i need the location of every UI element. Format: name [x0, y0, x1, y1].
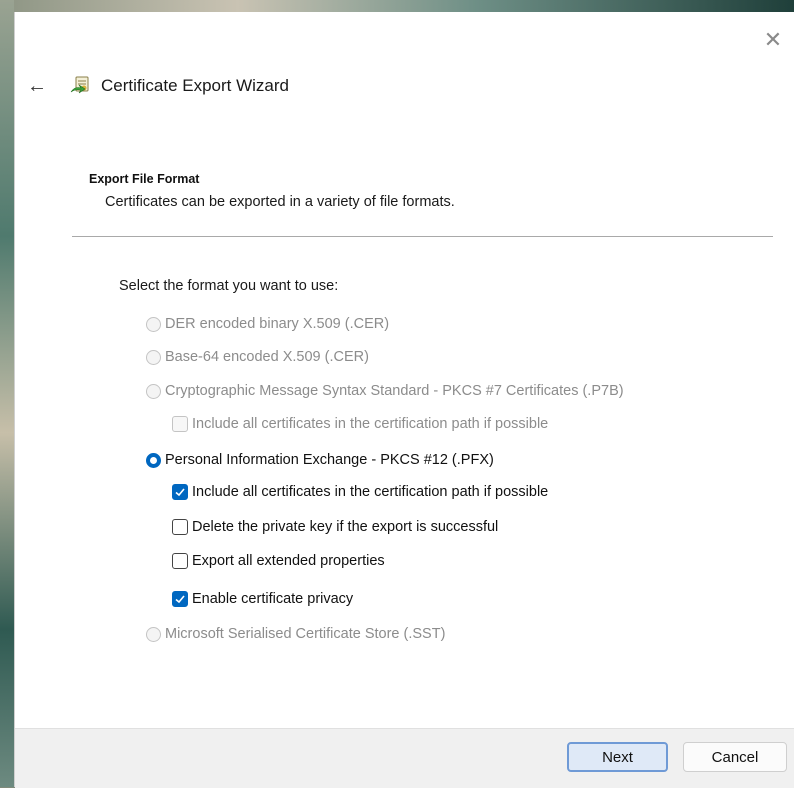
wizard-dialog: ✕ ← Certificate Export Wizard Export Fil…	[14, 12, 794, 788]
option-label: Personal Information Exchange - PKCS #12…	[165, 452, 494, 468]
radio-pkcs7-option[interactable]: Cryptographic Message Syntax Standard - …	[146, 380, 624, 402]
option-label: Cryptographic Message Syntax Standard - …	[165, 383, 624, 399]
checkbox-pfx-export-extended-properties[interactable]: Export all extended properties	[172, 550, 385, 572]
wizard-title: Certificate Export Wizard	[101, 76, 289, 95]
back-arrow-icon[interactable]: ←	[25, 74, 49, 98]
checkmark-icon	[175, 595, 185, 604]
radio-pfx-option[interactable]: Personal Information Exchange - PKCS #12…	[146, 449, 494, 471]
option-label: Microsoft Serialised Certificate Store (…	[165, 626, 446, 642]
radio-der-option[interactable]: DER encoded binary X.509 (.CER)	[146, 313, 389, 335]
certificate-icon	[69, 75, 91, 97]
desktop-background-left	[0, 0, 14, 787]
checkbox-checked[interactable]	[172, 591, 188, 607]
checkbox-pfx-include-path[interactable]: Include all certificates in the certific…	[172, 481, 548, 503]
option-label: Include all certificates in the certific…	[192, 416, 549, 432]
option-label: Base-64 encoded X.509 (.CER)	[165, 349, 369, 365]
checkbox[interactable]	[172, 553, 188, 569]
format-prompt-label: Select the format you want to use:	[119, 278, 339, 294]
radio-button[interactable]	[146, 626, 161, 642]
option-label: Delete the private key if the export is …	[192, 519, 499, 535]
desktop-background-top	[0, 0, 794, 12]
option-label: Include all certificates in the certific…	[192, 484, 549, 500]
section-description: Certificates can be exported in a variet…	[105, 194, 455, 210]
checkbox-checked[interactable]	[172, 484, 188, 500]
checkmark-icon	[175, 488, 185, 497]
section-heading: Export File Format	[89, 172, 200, 186]
option-label: DER encoded binary X.509 (.CER)	[165, 316, 390, 332]
radio-button[interactable]	[146, 349, 161, 365]
checkbox-pkcs7-include-path[interactable]: Include all certificates in the certific…	[172, 413, 548, 435]
radio-button[interactable]	[146, 316, 161, 332]
checkbox[interactable]	[172, 416, 188, 432]
dialog-footer	[15, 728, 794, 788]
radio-button-selected[interactable]	[146, 452, 161, 468]
checkbox-pfx-delete-private-key[interactable]: Delete the private key if the export is …	[172, 516, 498, 538]
checkbox-pfx-enable-privacy[interactable]: Enable certificate privacy	[172, 588, 353, 610]
radio-button[interactable]	[146, 383, 161, 399]
checkbox[interactable]	[172, 519, 188, 535]
radio-sst-option[interactable]: Microsoft Serialised Certificate Store (…	[146, 623, 445, 645]
close-icon[interactable]: ✕	[758, 26, 788, 54]
option-label: Enable certificate privacy	[192, 591, 354, 607]
radio-base64-option[interactable]: Base-64 encoded X.509 (.CER)	[146, 346, 369, 368]
header-divider	[72, 236, 773, 237]
next-button[interactable]: Next	[567, 742, 668, 772]
option-label: Export all extended properties	[192, 553, 385, 569]
cancel-button[interactable]: Cancel	[683, 742, 787, 772]
